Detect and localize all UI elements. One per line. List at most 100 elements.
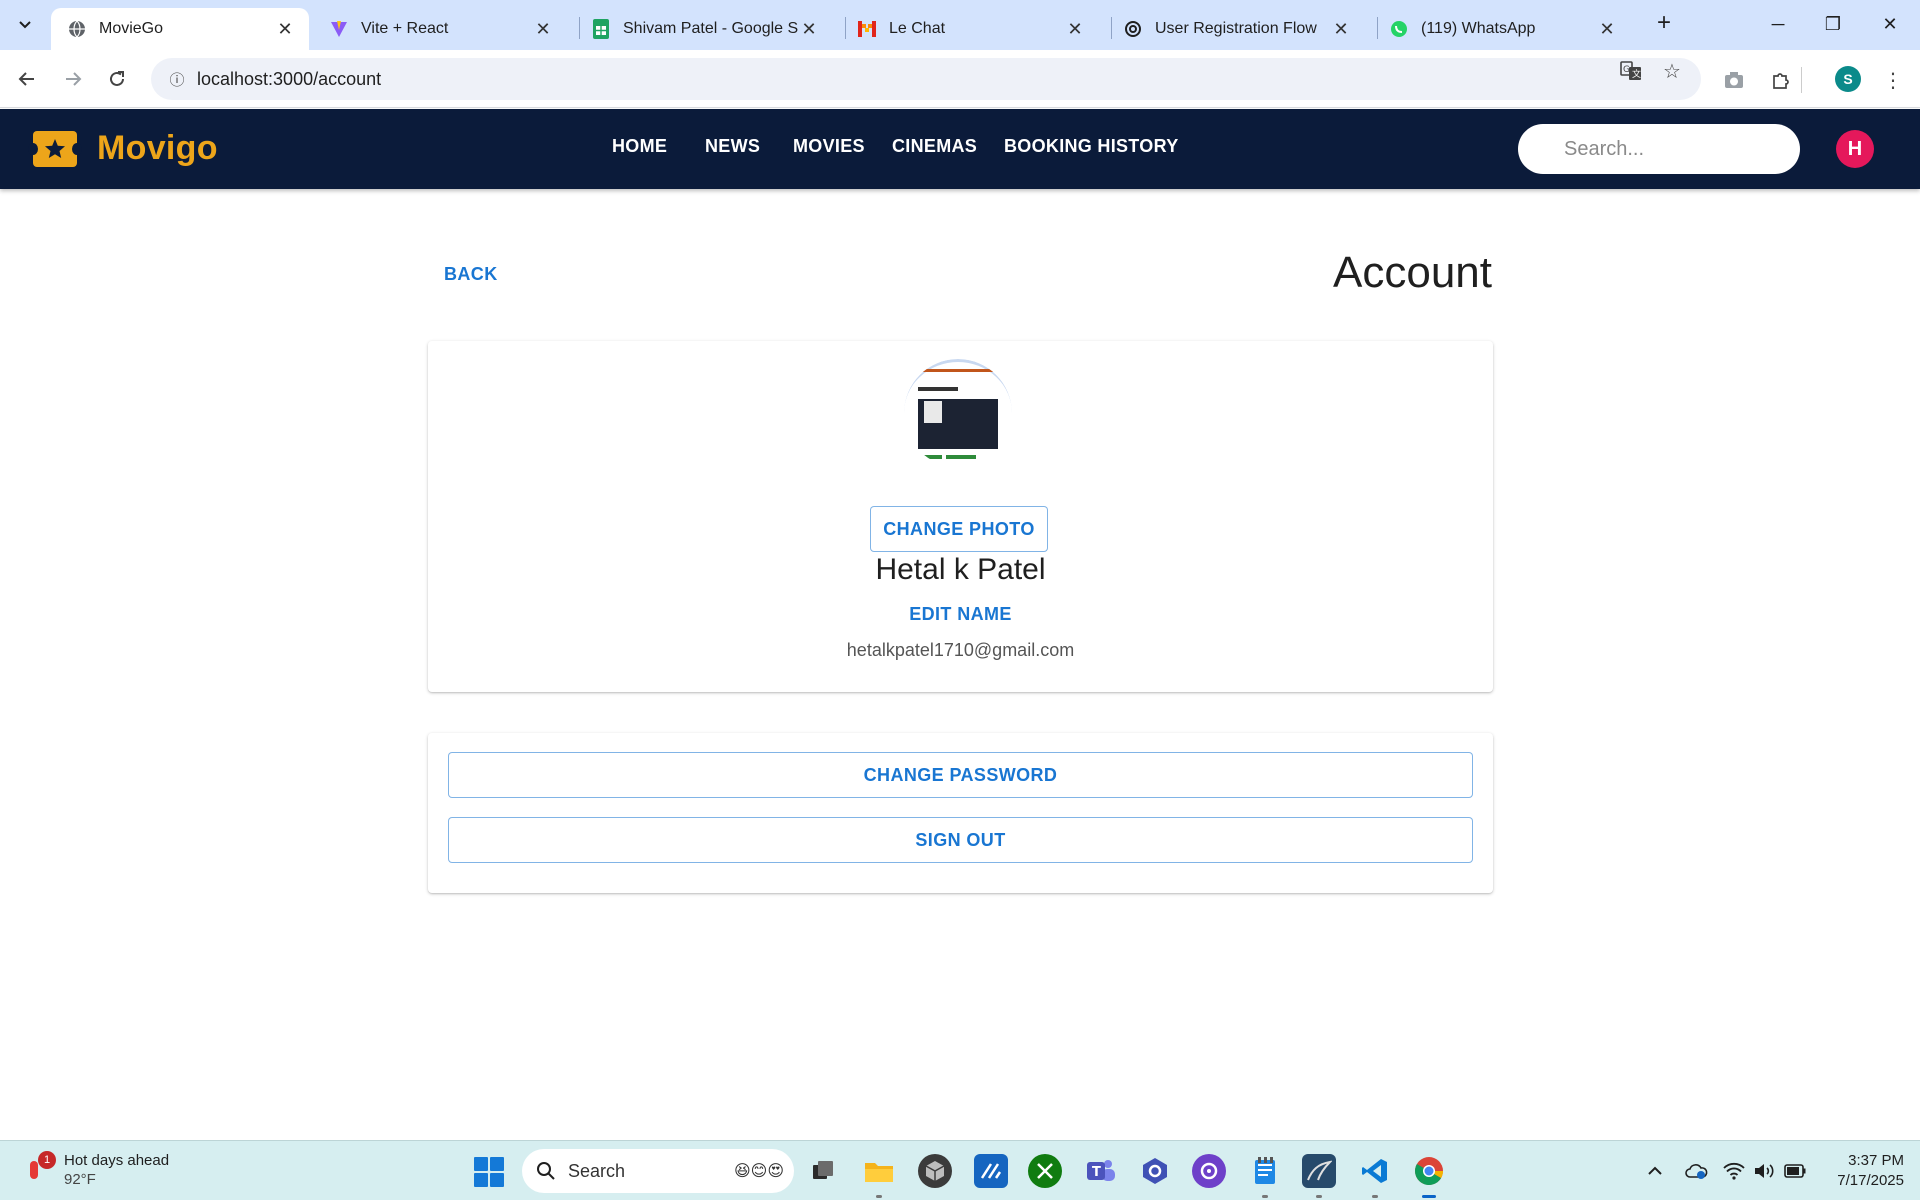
emoji-faces-icon: 😆😊😍	[733, 1163, 784, 1180]
settings-hex-icon[interactable]	[1138, 1154, 1172, 1188]
volume-icon[interactable]	[1752, 1159, 1776, 1183]
windows-start-icon[interactable]	[474, 1157, 504, 1187]
virtualbox-cube-icon[interactable]	[918, 1154, 952, 1188]
tab-title: User Registration Flow	[1155, 20, 1317, 37]
svg-text:T: T	[1092, 1165, 1101, 1180]
sheets-icon	[591, 19, 611, 39]
profile-card: CHANGE PHOTO Hetal k Patel EDIT NAME het…	[428, 341, 1493, 692]
chevron-up-icon[interactable]	[1643, 1159, 1667, 1183]
tab-title: (119) WhatsApp	[1421, 20, 1536, 37]
ticket-star-icon	[28, 130, 82, 167]
globe-icon	[67, 19, 87, 39]
site-info-icon[interactable]: ⓘ	[157, 69, 197, 90]
whatsapp-icon	[1389, 19, 1409, 39]
back-button[interactable]: BACK	[444, 264, 498, 285]
sign-out-button[interactable]: SIGN OUT	[448, 817, 1473, 863]
tab-user-registration-flow[interactable]: User Registration Flow ✕	[1107, 8, 1365, 50]
tab-close-icon[interactable]: ✕	[1331, 19, 1351, 40]
tab-search-button[interactable]	[9, 10, 41, 40]
task-view-icon[interactable]	[806, 1154, 840, 1188]
user-avatar[interactable]: H	[1836, 130, 1874, 168]
nav-booking-history[interactable]: BOOKING HISTORY	[1004, 136, 1179, 157]
back-arrow-icon[interactable]	[12, 64, 42, 94]
mysql-workbench-icon[interactable]	[1302, 1154, 1336, 1198]
weather-widget[interactable]: 1 Hot days ahead 92°F	[24, 1151, 169, 1189]
windows-taskbar: 1 Hot days ahead 92°F Search 😆😊😍 T 3:37 …	[0, 1140, 1920, 1200]
app-header: Movigo HOME NEWS MOVIES CINEMAS BOOKING …	[0, 109, 1920, 189]
address-bar[interactable]: ⓘ localhost:3000/account	[151, 58, 1701, 100]
svg-text:G: G	[1623, 65, 1630, 75]
nav-cinemas[interactable]: CINEMAS	[892, 136, 977, 157]
onedrive-cloud-icon[interactable]	[1684, 1159, 1708, 1183]
vite-icon	[329, 19, 349, 39]
forward-arrow-icon[interactable]	[58, 64, 88, 94]
change-photo-button[interactable]: CHANGE PHOTO	[870, 506, 1048, 552]
weather-alert-badge: 1	[38, 1151, 56, 1169]
nav-movies[interactable]: MOVIES	[793, 136, 865, 157]
file-explorer-icon[interactable]	[862, 1154, 896, 1198]
translate-icon[interactable]: 文G	[1618, 58, 1644, 84]
tab-title: Vite + React	[361, 20, 449, 37]
thermometer-icon: 1	[24, 1151, 56, 1181]
openai-icon	[1123, 19, 1143, 39]
battery-icon[interactable]	[1783, 1159, 1807, 1183]
teams-icon[interactable]: T	[1084, 1154, 1118, 1188]
tab-le-chat[interactable]: Le Chat ✕	[841, 8, 1099, 50]
browser-menu-icon[interactable]: ⋮	[1880, 67, 1906, 93]
system-clock[interactable]: 3:37 PM 7/17/2025	[1822, 1151, 1904, 1191]
minimize-icon[interactable]: ─	[1758, 6, 1798, 42]
camera-icon[interactable]	[1721, 67, 1747, 93]
user-name: Hetal k Patel	[875, 553, 1046, 586]
chrome-icon[interactable]	[1412, 1154, 1446, 1198]
remote-desktop-icon[interactable]	[974, 1154, 1008, 1188]
profile-photo	[904, 359, 1012, 467]
wifi-icon[interactable]	[1722, 1159, 1746, 1183]
brand-name: Movigo	[97, 129, 218, 167]
tab-moviego[interactable]: MovieGo ✕	[51, 8, 309, 50]
change-password-button[interactable]: CHANGE PASSWORD	[448, 752, 1473, 798]
user-email: hetalkpatel1710@gmail.com	[846, 640, 1075, 660]
bookmark-star-icon[interactable]: ☆	[1659, 58, 1685, 84]
tab-close-icon[interactable]: ✕	[799, 19, 819, 40]
github-desktop-icon[interactable]	[1192, 1154, 1226, 1188]
taskbar-search-label: Search	[568, 1160, 626, 1181]
clock-time: 3:37 PM	[1848, 1152, 1904, 1169]
window-close-icon[interactable]: ✕	[1870, 6, 1910, 42]
tab-close-icon[interactable]: ✕	[1597, 19, 1617, 40]
tab-close-icon[interactable]: ✕	[1065, 19, 1085, 40]
tab-whatsapp[interactable]: (119) WhatsApp ✕	[1373, 8, 1631, 50]
weather-title: Hot days ahead	[64, 1152, 170, 1169]
edit-name-button[interactable]: EDIT NAME	[428, 604, 1493, 625]
tab-title: Le Chat	[889, 20, 946, 37]
search-icon	[537, 1162, 555, 1180]
movie-search-input[interactable]	[1518, 124, 1800, 174]
taskbar-search[interactable]: Search 😆😊😍	[522, 1149, 794, 1193]
tab-title: MovieGo	[99, 20, 164, 37]
browser-profile-avatar[interactable]: S	[1835, 66, 1861, 92]
svg-text:文: 文	[1632, 68, 1641, 80]
toolbar-divider	[1801, 67, 1802, 93]
browser-tab-strip: MovieGo ✕ Vite + React ✕ Shivam Patel - …	[0, 0, 1920, 50]
notepad-icon[interactable]	[1248, 1154, 1282, 1198]
extensions-puzzle-icon[interactable]	[1768, 67, 1794, 93]
brand-logo[interactable]: Movigo	[28, 129, 218, 168]
tab-close-icon[interactable]: ✕	[275, 19, 295, 40]
chevron-down-icon	[19, 21, 31, 29]
reload-icon[interactable]	[102, 64, 132, 94]
restore-icon[interactable]: ❐	[1813, 6, 1853, 42]
weather-temperature: 92°F	[64, 1171, 96, 1188]
browser-toolbar: ⓘ localhost:3000/account 文G ☆ S ⋮	[0, 50, 1920, 108]
url-text: localhost:3000/account	[197, 68, 382, 89]
clock-date: 7/17/2025	[1837, 1172, 1904, 1189]
tab-google-sheets[interactable]: Shivam Patel - Google Sheets ✕	[575, 8, 833, 50]
new-tab-plus-icon[interactable]: +	[1652, 11, 1676, 36]
nav-news[interactable]: NEWS	[705, 136, 760, 157]
xbox-icon[interactable]	[1028, 1154, 1062, 1188]
tab-title: Shivam Patel - Google Sheets	[623, 20, 799, 37]
vscode-icon[interactable]	[1358, 1154, 1392, 1198]
mistral-icon	[857, 19, 877, 39]
tab-close-icon[interactable]: ✕	[533, 19, 553, 40]
nav-home[interactable]: HOME	[612, 136, 667, 157]
tab-vite-react[interactable]: Vite + React ✕	[313, 8, 567, 50]
page-title: Account	[1333, 248, 1492, 297]
